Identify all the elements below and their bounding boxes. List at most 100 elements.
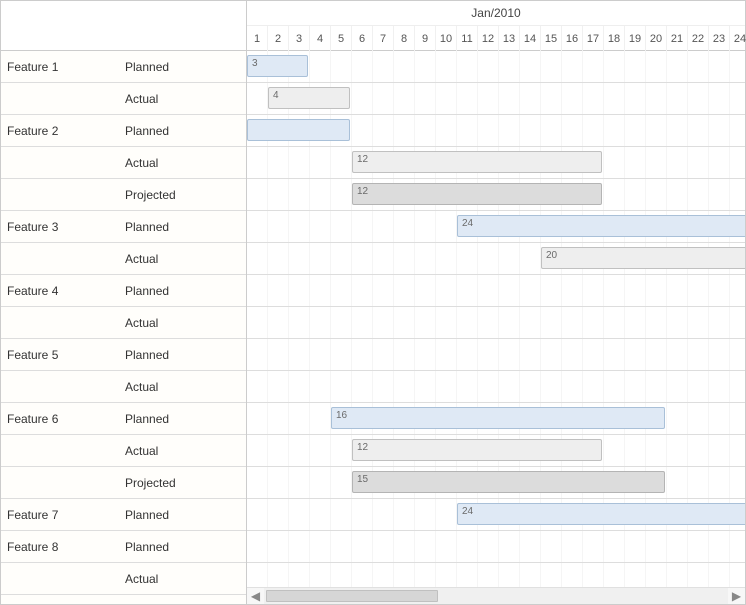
- table-row[interactable]: Feature 6Planned: [1, 403, 246, 435]
- day-header-cell: 23: [709, 26, 730, 51]
- gantt-bar[interactable]: 20: [541, 247, 745, 269]
- table-row[interactable]: Feature 1Planned: [1, 51, 246, 83]
- day-header-cell: 21: [667, 26, 688, 51]
- table-row[interactable]: Actual: [1, 147, 246, 179]
- day-header-cell: 11: [457, 26, 478, 51]
- timeline-row: 16: [247, 403, 745, 435]
- table-row[interactable]: Actual: [1, 307, 246, 339]
- day-header-cell: 17: [583, 26, 604, 51]
- gantt-bar[interactable]: [247, 119, 350, 141]
- timeline-row: 24: [247, 211, 745, 243]
- timeline-row: 15: [247, 467, 745, 499]
- gantt-bar[interactable]: 3: [247, 55, 308, 77]
- table-row[interactable]: Actual: [1, 243, 246, 275]
- table-row[interactable]: Actual: [1, 563, 246, 595]
- scroll-left-button[interactable]: ◀: [247, 588, 264, 605]
- series-name: Actual: [125, 572, 240, 586]
- series-name: Planned: [125, 412, 240, 426]
- day-header-cell: 4: [310, 26, 331, 51]
- gantt-right-pane: Jan/2010 1234567891011121314151617181920…: [247, 1, 745, 604]
- series-name: Actual: [125, 92, 240, 106]
- timeline-row: [247, 307, 745, 339]
- day-header-cell: 13: [499, 26, 520, 51]
- table-row[interactable]: Actual: [1, 435, 246, 467]
- table-row[interactable]: Feature 4Planned: [1, 275, 246, 307]
- series-name: Planned: [125, 124, 240, 138]
- series-name: Planned: [125, 348, 240, 362]
- day-header-cell: 3: [289, 26, 310, 51]
- series-name: Planned: [125, 540, 240, 554]
- table-row[interactable]: Feature 8Planned: [1, 531, 246, 563]
- day-header-cell: 10: [436, 26, 457, 51]
- timeline-row: 4: [247, 83, 745, 115]
- gantt-bar[interactable]: 24: [457, 503, 745, 525]
- timeline-row: 3: [247, 51, 745, 83]
- table-row[interactable]: Actual: [1, 371, 246, 403]
- gantt-bar[interactable]: 12: [352, 151, 602, 173]
- timeline-rows-container: 3 4 12 12 24 20 16 12 15 24: [247, 51, 745, 587]
- day-header-cell: 12: [478, 26, 499, 51]
- gantt-left-pane: Feature 1PlannedActualFeature 2PlannedAc…: [1, 1, 247, 604]
- feature-name: Feature 4: [7, 284, 125, 298]
- series-name: Planned: [125, 60, 240, 74]
- timeline-row: 12: [247, 147, 745, 179]
- left-rows: Feature 1PlannedActualFeature 2PlannedAc…: [1, 51, 246, 595]
- gantt-bar[interactable]: 24: [457, 215, 745, 237]
- day-header-cell: 7: [373, 26, 394, 51]
- table-row[interactable]: Projected: [1, 467, 246, 499]
- table-row[interactable]: Feature 7Planned: [1, 499, 246, 531]
- table-row[interactable]: Feature 5Planned: [1, 339, 246, 371]
- horizontal-scrollbar[interactable]: ◀ ▶: [247, 587, 745, 604]
- series-name: Planned: [125, 284, 240, 298]
- feature-name: Feature 8: [7, 540, 125, 554]
- timeline-row: [247, 563, 745, 587]
- day-header-cell: 18: [604, 26, 625, 51]
- timeline-row: [247, 275, 745, 307]
- day-header-cell: 14: [520, 26, 541, 51]
- gantt-bar[interactable]: 16: [331, 407, 665, 429]
- series-name: Actual: [125, 380, 240, 394]
- timeline-row: [247, 115, 745, 147]
- gantt-chart: Feature 1PlannedActualFeature 2PlannedAc…: [0, 0, 746, 605]
- chevron-right-icon: ▶: [732, 589, 741, 603]
- day-header-cell: 1: [247, 26, 268, 51]
- day-header-cell: 24: [730, 26, 746, 51]
- gantt-body: Feature 1PlannedActualFeature 2PlannedAc…: [1, 1, 745, 604]
- table-row[interactable]: Actual: [1, 83, 246, 115]
- timeline-row: 12: [247, 179, 745, 211]
- gantt-bar[interactable]: 12: [352, 439, 602, 461]
- days-row: 123456789101112131415161718192021222324: [247, 26, 745, 51]
- table-row[interactable]: Projected: [1, 179, 246, 211]
- day-header-cell: 16: [562, 26, 583, 51]
- month-label: Jan/2010: [247, 1, 745, 26]
- feature-name: Feature 5: [7, 348, 125, 362]
- series-name: Planned: [125, 508, 240, 522]
- gantt-bar[interactable]: 12: [352, 183, 602, 205]
- table-row[interactable]: Feature 3Planned: [1, 211, 246, 243]
- right-rows: 3 4 12 12 24 20 16 12 15 24: [247, 51, 745, 587]
- gantt-bar[interactable]: 15: [352, 471, 665, 493]
- feature-name: Feature 7: [7, 508, 125, 522]
- timeline-header: Jan/2010 1234567891011121314151617181920…: [247, 1, 745, 51]
- day-header-cell: 22: [688, 26, 709, 51]
- timeline-row: 24: [247, 499, 745, 531]
- gantt-bar[interactable]: 4: [268, 87, 350, 109]
- scroll-right-button[interactable]: ▶: [728, 588, 745, 605]
- day-header-cell: 15: [541, 26, 562, 51]
- table-row[interactable]: Feature 2Planned: [1, 115, 246, 147]
- scrollbar-track[interactable]: [264, 588, 728, 604]
- series-name: Actual: [125, 444, 240, 458]
- timeline-row: [247, 339, 745, 371]
- day-header-cell: 20: [646, 26, 667, 51]
- feature-name: Feature 2: [7, 124, 125, 138]
- scrollbar-thumb[interactable]: [266, 590, 438, 602]
- day-header-cell: 8: [394, 26, 415, 51]
- series-name: Projected: [125, 476, 240, 490]
- timeline-row: [247, 531, 745, 563]
- day-header-cell: 2: [268, 26, 289, 51]
- chevron-left-icon: ◀: [251, 589, 260, 603]
- day-header-cell: 6: [352, 26, 373, 51]
- series-name: Projected: [125, 188, 240, 202]
- feature-name: Feature 1: [7, 60, 125, 74]
- series-name: Planned: [125, 220, 240, 234]
